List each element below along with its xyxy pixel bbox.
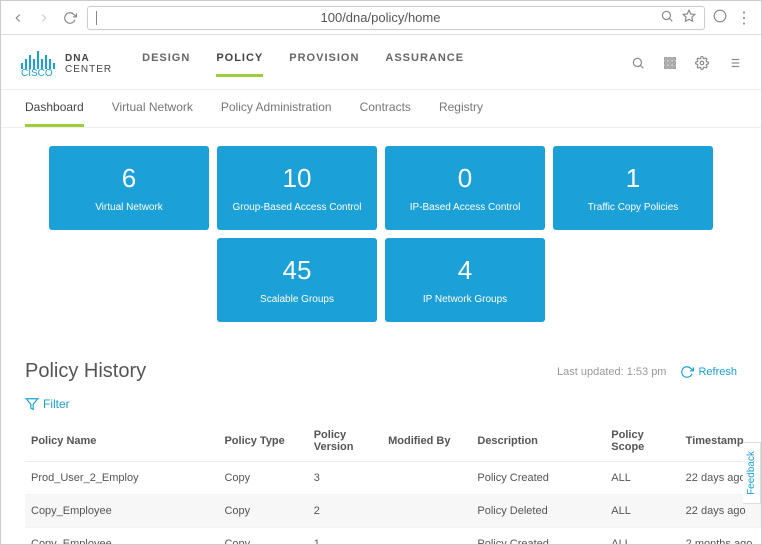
timestamp-cell: 2 months ago: [680, 528, 762, 545]
tile-label: IP-Based Access Control: [410, 202, 521, 213]
table-row: Prod_User_2_Employ Copy 3 Policy Created…: [25, 462, 762, 495]
list-icon[interactable]: [727, 56, 741, 73]
cisco-wordmark: CISCO: [21, 69, 55, 79]
forward-button[interactable]: [35, 9, 53, 27]
dashboard-tiles: 6 Virtual Network 10 Group-Based Access …: [1, 128, 761, 340]
policy-type-cell: Copy: [218, 528, 307, 545]
tile-label: Traffic Copy Policies: [588, 202, 679, 213]
policy-version-cell: 3: [308, 462, 382, 495]
col-policy-version[interactable]: Policy Version: [308, 421, 382, 462]
policy-history-header: Policy History Last updated: 1:53 pm Ref…: [1, 340, 761, 391]
modified-by-cell: [382, 528, 471, 545]
policy-type-cell: Copy: [218, 495, 307, 528]
back-button[interactable]: [9, 9, 27, 27]
policy-type-cell: Copy: [218, 462, 307, 495]
description-cell: Policy Deleted: [471, 495, 605, 528]
tile-ip-based-access-control[interactable]: 0 IP-Based Access Control: [385, 146, 545, 230]
tab-registry[interactable]: Registry: [439, 100, 483, 127]
reload-button[interactable]: [61, 9, 79, 27]
tile-label: IP Network Groups: [423, 294, 507, 305]
policy-version-cell: 1: [308, 528, 382, 545]
filter-button[interactable]: Filter: [25, 397, 737, 411]
tile-virtual-network[interactable]: 6 Virtual Network: [49, 146, 209, 230]
cisco-logo: CISCO DNA CENTER: [21, 49, 112, 79]
search-icon[interactable]: [631, 56, 645, 73]
tile-count: 1: [626, 163, 640, 194]
policy-version-cell: 2: [308, 495, 382, 528]
table-row: Copy_Employee Copy 2 Policy Deleted ALL …: [25, 495, 762, 528]
profile-icon[interactable]: [713, 9, 727, 26]
nav-assurance[interactable]: ASSURANCE: [385, 52, 464, 77]
address-bar[interactable]: 100/dna/policy/home: [87, 6, 705, 30]
tile-ip-network-groups[interactable]: 4 IP Network Groups: [385, 238, 545, 322]
last-updated-text: Last updated: 1:53 pm: [557, 366, 666, 378]
tile-count: 10: [283, 163, 312, 194]
tile-count: 0: [458, 163, 472, 194]
tab-dashboard[interactable]: Dashboard: [25, 100, 84, 127]
scope-cell: ALL: [605, 528, 679, 545]
address-cursor: [96, 11, 97, 25]
browser-toolbar: 100/dna/policy/home ⋮: [1, 1, 761, 35]
tile-label: Scalable Groups: [260, 294, 334, 305]
header-utilities: [631, 56, 741, 73]
tile-group-based-access-control[interactable]: 10 Group-Based Access Control: [217, 146, 377, 230]
table-header-row: Policy Name Policy Type Policy Version M…: [25, 421, 762, 462]
tile-count: 6: [122, 163, 136, 194]
scope-cell: ALL: [605, 462, 679, 495]
policy-history-table: Policy Name Policy Type Policy Version M…: [25, 421, 762, 545]
nav-policy[interactable]: POLICY: [216, 52, 263, 77]
policy-name-cell: Copy_Employee: [25, 495, 218, 528]
table-row: Copy_Employee Copy 1 Policy Created ALL …: [25, 528, 762, 545]
tile-label: Group-Based Access Control: [233, 202, 362, 213]
nav-design[interactable]: DESIGN: [142, 52, 190, 77]
description-cell: Policy Created: [471, 462, 605, 495]
refresh-button[interactable]: Refresh: [680, 365, 737, 379]
col-policy-scope[interactable]: Policy Scope: [605, 421, 679, 462]
policy-name-cell: Copy_Employee: [25, 528, 218, 545]
tile-scalable-groups[interactable]: 45 Scalable Groups: [217, 238, 377, 322]
tile-label: Virtual Network: [95, 202, 163, 213]
nav-provision[interactable]: PROVISION: [289, 52, 359, 77]
modified-by-cell: [382, 495, 471, 528]
page-title: Policy History: [25, 360, 146, 383]
col-policy-name[interactable]: Policy Name: [25, 421, 218, 462]
app-header: CISCO DNA CENTER DESIGN POLICY PROVISION…: [1, 35, 761, 90]
address-url: 100/dna/policy/home: [321, 10, 441, 25]
tile-traffic-copy-policies[interactable]: 1 Traffic Copy Policies: [553, 146, 713, 230]
apps-grid-icon[interactable]: [663, 56, 677, 73]
tab-virtual-network[interactable]: Virtual Network: [112, 100, 193, 127]
feedback-tab[interactable]: Feedback: [743, 442, 761, 504]
cisco-bars-icon: [21, 49, 55, 69]
modified-by-cell: [382, 462, 471, 495]
product-name-line1: DNA: [65, 53, 112, 64]
secondary-nav: Dashboard Virtual Network Policy Adminis…: [1, 90, 761, 128]
scope-cell: ALL: [605, 495, 679, 528]
description-cell: Policy Created: [471, 528, 605, 545]
col-modified-by[interactable]: Modified By: [382, 421, 471, 462]
col-description[interactable]: Description: [471, 421, 605, 462]
product-name-line2: CENTER: [65, 64, 112, 75]
tab-policy-administration[interactable]: Policy Administration: [221, 100, 332, 127]
policy-name-link[interactable]: Prod_User_2_Employ: [25, 462, 218, 495]
refresh-label: Refresh: [698, 366, 737, 378]
primary-nav: DESIGN POLICY PROVISION ASSURANCE: [142, 52, 464, 77]
browser-menu-icon[interactable]: ⋮: [735, 8, 753, 28]
search-icon[interactable]: [660, 9, 674, 26]
gear-icon[interactable]: [695, 56, 709, 73]
bookmark-star-icon[interactable]: [682, 9, 696, 26]
tile-count: 45: [283, 255, 312, 286]
tab-contracts[interactable]: Contracts: [360, 100, 411, 127]
tile-count: 4: [458, 255, 472, 286]
filter-label: Filter: [43, 397, 70, 411]
col-policy-type[interactable]: Policy Type: [218, 421, 307, 462]
